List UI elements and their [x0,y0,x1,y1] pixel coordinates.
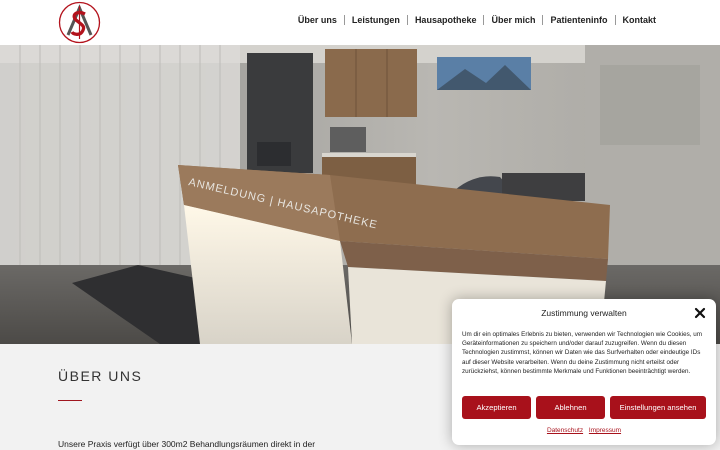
cookie-footer-links: Datenschutz Impressum [452,427,716,434]
nav-divider [406,15,408,25]
cookie-button-row: Akzeptieren Ablehnen Einstellungen anseh… [462,396,706,419]
imprint-link[interactable]: Impressum [589,427,621,434]
main-nav: Über uns Leistungen Hausapotheke Über mi… [298,15,656,25]
deny-button[interactable]: Ablehnen [536,396,605,419]
nav-item-kontakt[interactable]: Kontakt [623,15,657,25]
cookie-dialog-title: Zustimmung verwalten [541,308,627,318]
accept-button[interactable]: Akzeptieren [462,396,531,419]
cookie-consent-dialog: Zustimmung verwalten Um dir ein optimale… [452,299,716,445]
nav-item-leistungen[interactable]: Leistungen [352,15,400,25]
view-settings-button[interactable]: Einstellungen ansehen [610,396,706,419]
close-icon[interactable] [694,307,706,319]
nav-divider [542,15,544,25]
title-underline [58,400,82,401]
about-title: ÜBER UNS [58,368,143,384]
nav-item-hausapotheke[interactable]: Hausapotheke [415,15,477,25]
privacy-link[interactable]: Datenschutz [547,427,583,434]
site-logo[interactable] [58,1,101,44]
cookie-description: Um dir ein optimales Erlebnis zu bieten,… [462,331,702,375]
nav-item-patienteninfo[interactable]: Patienteninfo [550,15,607,25]
nav-item-ueber-mich[interactable]: Über mich [491,15,535,25]
site-header: Über uns Leistungen Hausapotheke Über mi… [0,0,720,45]
nav-divider [343,15,345,25]
nav-divider [614,15,616,25]
about-text: Unsere Praxis verfügt über 300m2 Behandl… [58,439,316,449]
nav-divider [483,15,485,25]
nav-item-ueber-uns[interactable]: Über uns [298,15,337,25]
